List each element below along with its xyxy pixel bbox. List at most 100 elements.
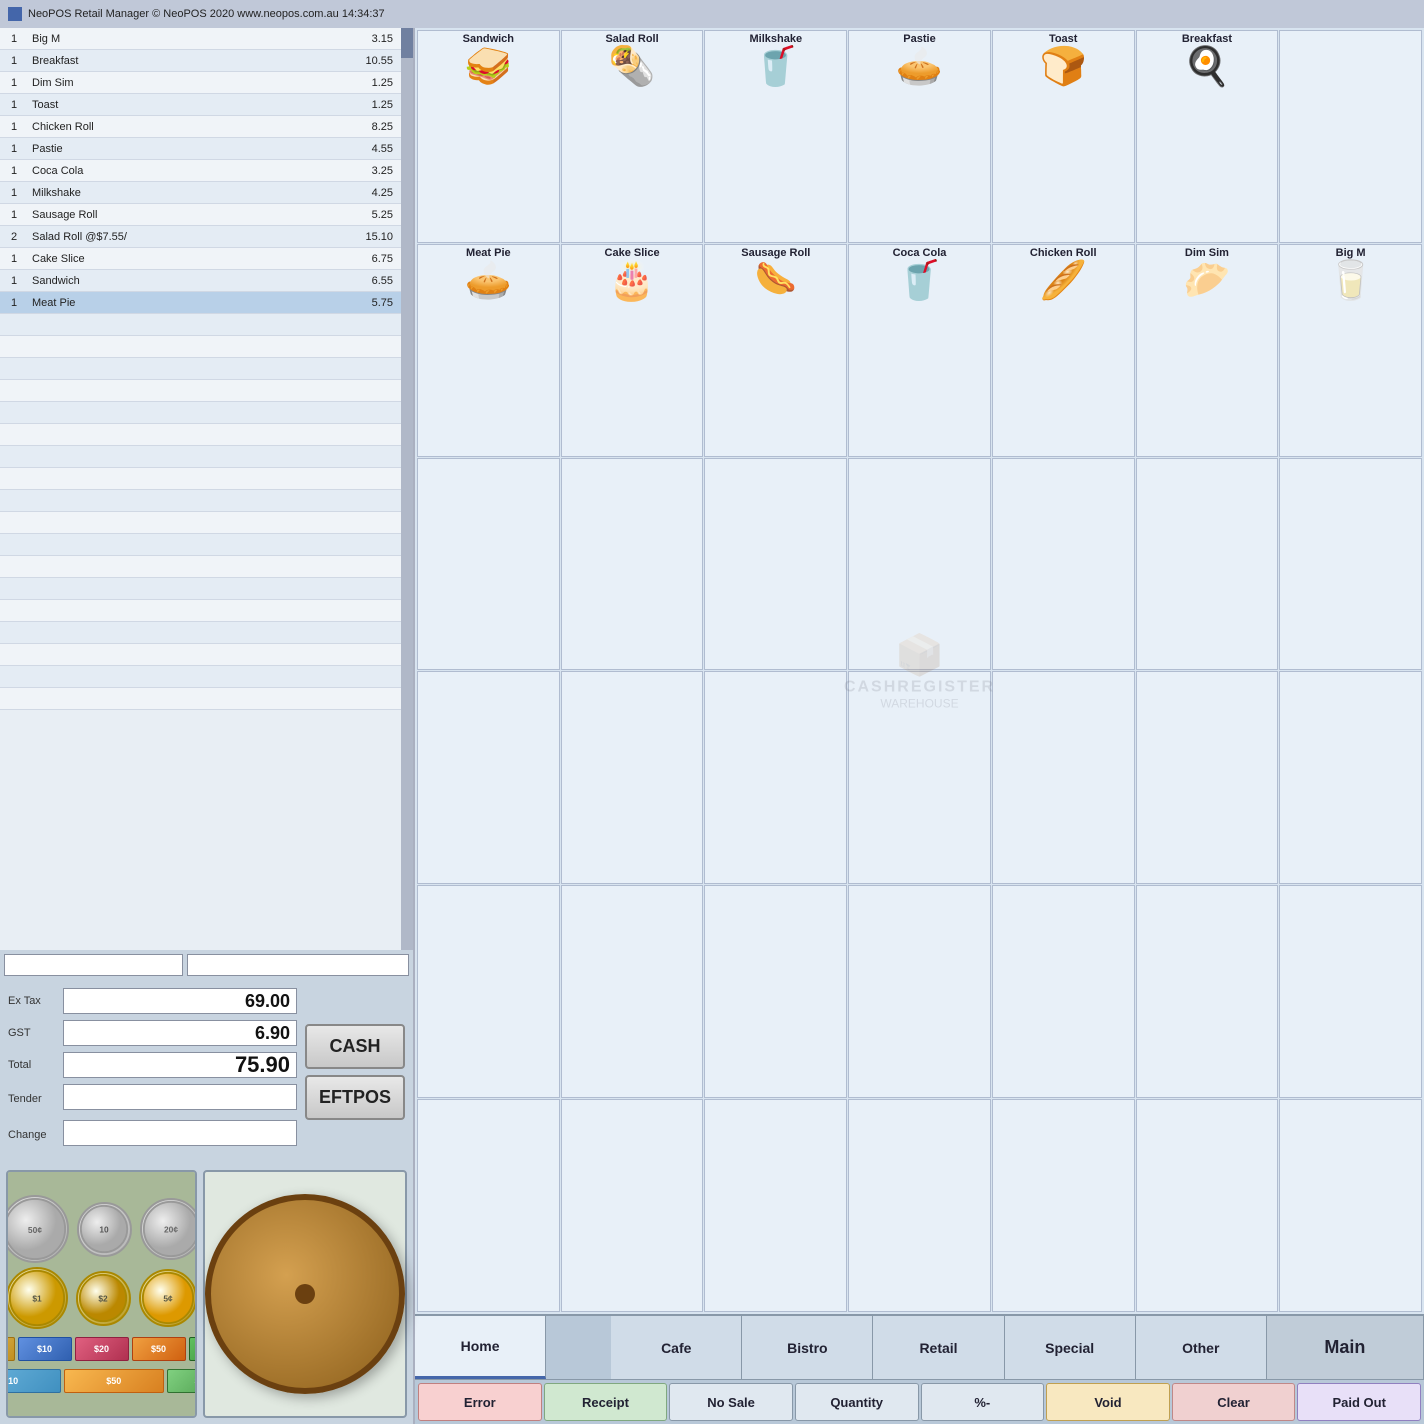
percent-button[interactable]: %- bbox=[921, 1383, 1045, 1421]
toast-icon: 🍞 bbox=[1040, 48, 1087, 86]
order-row[interactable]: 1 Toast 1.25 bbox=[0, 94, 401, 116]
quantity-button[interactable]: Quantity bbox=[795, 1383, 919, 1421]
order-row-empty[interactable] bbox=[0, 402, 401, 424]
product-empty-24[interactable] bbox=[561, 1099, 704, 1312]
void-button[interactable]: Void bbox=[1046, 1383, 1170, 1421]
cash-button[interactable]: CASH bbox=[305, 1024, 405, 1069]
notes-row-2: $10 $50 $100 bbox=[6, 1369, 197, 1393]
product-empty-20[interactable] bbox=[992, 885, 1135, 1098]
cat-main[interactable]: Main bbox=[1267, 1316, 1424, 1379]
cat-cafe[interactable]: Cafe bbox=[611, 1316, 742, 1379]
order-row[interactable]: 1 Dim Sim 1.25 bbox=[0, 72, 401, 94]
order-row[interactable]: 1 Big M 3.15 bbox=[0, 28, 401, 50]
product-empty-13[interactable] bbox=[992, 671, 1135, 884]
product-empty-29[interactable] bbox=[1279, 1099, 1422, 1312]
product-chicken-roll[interactable]: Chicken Roll 🥖 bbox=[992, 244, 1135, 457]
product-empty-27[interactable] bbox=[992, 1099, 1135, 1312]
product-empty-12[interactable] bbox=[848, 671, 991, 884]
product-empty-23[interactable] bbox=[417, 1099, 560, 1312]
clear-button[interactable]: Clear bbox=[1172, 1383, 1296, 1421]
order-row-empty[interactable] bbox=[0, 556, 401, 578]
order-row-empty[interactable] bbox=[0, 600, 401, 622]
product-empty-11[interactable] bbox=[704, 671, 847, 884]
ex-tax-value: 69.00 bbox=[63, 988, 297, 1014]
receipt-button[interactable]: Receipt bbox=[544, 1383, 668, 1421]
paid-out-button[interactable]: Paid Out bbox=[1297, 1383, 1421, 1421]
order-row[interactable]: 1 Chicken Roll 8.25 bbox=[0, 116, 401, 138]
order-row-empty[interactable] bbox=[0, 534, 401, 556]
order-row-empty[interactable] bbox=[0, 468, 401, 490]
order-row[interactable]: 1 Meat Pie 5.75 bbox=[0, 292, 401, 314]
product-empty-1[interactable] bbox=[1279, 30, 1422, 243]
order-row-empty[interactable] bbox=[0, 622, 401, 644]
scrollbar[interactable] bbox=[401, 28, 413, 950]
product-toast[interactable]: Toast 🍞 bbox=[992, 30, 1135, 243]
product-empty-17[interactable] bbox=[561, 885, 704, 1098]
product-empty-26[interactable] bbox=[848, 1099, 991, 1312]
product-empty-7[interactable] bbox=[1136, 458, 1279, 671]
product-empty-28[interactable] bbox=[1136, 1099, 1279, 1312]
product-milkshake[interactable]: Milkshake 🥤 bbox=[704, 30, 847, 243]
product-breakfast[interactable]: Breakfast 🍳 bbox=[1136, 30, 1279, 243]
cat-bistro[interactable]: Bistro bbox=[742, 1316, 873, 1379]
product-empty-21[interactable] bbox=[1136, 885, 1279, 1098]
cat-home[interactable]: Home bbox=[415, 1316, 546, 1379]
product-big-m[interactable]: Big M 🥛 bbox=[1279, 244, 1422, 457]
order-row-empty[interactable] bbox=[0, 424, 401, 446]
product-empty-16[interactable] bbox=[417, 885, 560, 1098]
product-coca-cola[interactable]: Coca Cola 🥤 bbox=[848, 244, 991, 457]
order-row-empty[interactable] bbox=[0, 336, 401, 358]
search-bar-1[interactable] bbox=[4, 954, 183, 976]
eftpos-button[interactable]: EFTPOS bbox=[305, 1075, 405, 1120]
change-input[interactable] bbox=[63, 1120, 297, 1146]
product-empty-8[interactable] bbox=[1279, 458, 1422, 671]
product-empty-18[interactable] bbox=[704, 885, 847, 1098]
product-empty-9[interactable] bbox=[417, 671, 560, 884]
product-empty-19[interactable] bbox=[848, 885, 991, 1098]
order-row-empty[interactable] bbox=[0, 446, 401, 468]
order-row[interactable]: 2 Salad Roll @$7.55/ 15.10 bbox=[0, 226, 401, 248]
product-empty-14[interactable] bbox=[1136, 671, 1279, 884]
product-sausage-roll[interactable]: Sausage Roll 🌭 bbox=[704, 244, 847, 457]
cat-special[interactable]: Special bbox=[1005, 1316, 1136, 1379]
product-empty-15[interactable] bbox=[1279, 671, 1422, 884]
order-row-empty[interactable] bbox=[0, 578, 401, 600]
order-row-empty[interactable] bbox=[0, 314, 401, 336]
cat-retail[interactable]: Retail bbox=[873, 1316, 1004, 1379]
tender-input[interactable] bbox=[63, 1084, 297, 1110]
error-button[interactable]: Error bbox=[418, 1383, 542, 1421]
product-empty-3[interactable] bbox=[561, 458, 704, 671]
order-row-empty[interactable] bbox=[0, 358, 401, 380]
order-row[interactable]: 1 Breakfast 10.55 bbox=[0, 50, 401, 72]
order-row[interactable]: 1 Milkshake 4.25 bbox=[0, 182, 401, 204]
order-row[interactable]: 1 Pastie 4.55 bbox=[0, 138, 401, 160]
order-row-empty[interactable] bbox=[0, 380, 401, 402]
product-empty-25[interactable] bbox=[704, 1099, 847, 1312]
scroll-thumb[interactable] bbox=[401, 28, 413, 58]
search-bar-2[interactable] bbox=[187, 954, 409, 976]
order-row[interactable]: 1 Coca Cola 3.25 bbox=[0, 160, 401, 182]
no-sale-button[interactable]: No Sale bbox=[669, 1383, 793, 1421]
product-empty-4[interactable] bbox=[704, 458, 847, 671]
product-dim-sim[interactable]: Dim Sim 🥟 bbox=[1136, 244, 1279, 457]
product-empty-5[interactable] bbox=[848, 458, 991, 671]
product-empty-2[interactable] bbox=[417, 458, 560, 671]
order-row[interactable]: 1 Sausage Roll 5.25 bbox=[0, 204, 401, 226]
product-sandwich[interactable]: Sandwich 🥪 bbox=[417, 30, 560, 243]
order-row-empty[interactable] bbox=[0, 688, 401, 710]
product-empty-10[interactable] bbox=[561, 671, 704, 884]
product-meat-pie[interactable]: Meat Pie 🥧 bbox=[417, 244, 560, 457]
order-row[interactable]: 1 Cake Slice 6.75 bbox=[0, 248, 401, 270]
order-row[interactable]: 1 Sandwich 6.55 bbox=[0, 270, 401, 292]
cat-other[interactable]: Other bbox=[1136, 1316, 1267, 1379]
product-pastie[interactable]: Pastie 🥧 bbox=[848, 30, 991, 243]
order-name: Meat Pie bbox=[28, 297, 351, 309]
order-row-empty[interactable] bbox=[0, 512, 401, 534]
product-empty-22[interactable] bbox=[1279, 885, 1422, 1098]
product-empty-6[interactable] bbox=[992, 458, 1135, 671]
product-salad-roll[interactable]: Salad Roll 🌯 bbox=[561, 30, 704, 243]
order-row-empty[interactable] bbox=[0, 666, 401, 688]
order-row-empty[interactable] bbox=[0, 490, 401, 512]
order-row-empty[interactable] bbox=[0, 644, 401, 666]
product-cake-slice[interactable]: Cake Slice 🎂 bbox=[561, 244, 704, 457]
